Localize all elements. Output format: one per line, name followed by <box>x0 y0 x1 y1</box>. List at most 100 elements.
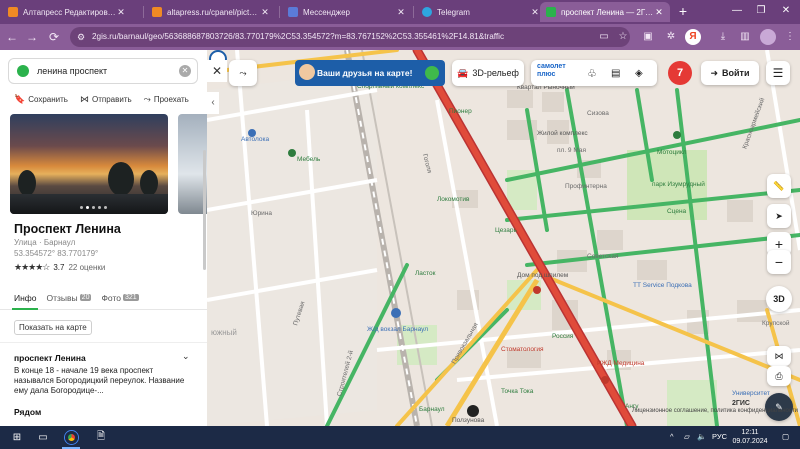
panel-scrollbar[interactable] <box>203 150 206 270</box>
zoom-out-button[interactable]: − <box>767 250 791 274</box>
route-button[interactable]: ⤳ <box>229 60 257 86</box>
login-button[interactable]: ➜ Войти <box>701 61 759 85</box>
3d-mode-button[interactable]: 3D <box>766 286 792 312</box>
close-tab-icon[interactable]: ✕ <box>396 7 406 18</box>
map-label[interactable]: Автолока <box>241 136 269 143</box>
active-tab-indicator <box>12 308 38 310</box>
reload-icon[interactable]: ⟳ <box>46 29 62 45</box>
search-input[interactable]: ленина проспект ✕ <box>8 58 198 84</box>
document-app-icon[interactable]: 🗎 <box>92 429 110 446</box>
ruler-button[interactable]: 📏 <box>767 174 791 198</box>
place-coordinates[interactable]: 53.354572° 83.770179° <box>14 249 98 258</box>
close-tab-icon[interactable]: ✕ <box>116 7 126 18</box>
license-link[interactable]: Лицензионное соглашение, политика конфид… <box>632 408 798 414</box>
map-label[interactable]: Ползунова <box>452 417 484 424</box>
tab-telegram[interactable]: Telegram ✕ <box>416 2 546 22</box>
map-label[interactable]: Жилой комплекс <box>537 130 588 137</box>
promo-friends-banner[interactable]: Ваши друзья на карте! <box>295 60 445 86</box>
map-canvas[interactable]: Спортивный комплекс Пионер Квартал Рыноч… <box>207 50 800 426</box>
send-button[interactable]: ⋈ Отправить <box>80 94 132 105</box>
layers-icon[interactable]: ◈ <box>635 68 643 79</box>
route-to-button[interactable]: ⤳ Проехать <box>144 94 189 105</box>
tray-chevron-icon[interactable]: ^ <box>670 432 674 441</box>
tab-altapress-cpanel[interactable]: altapress.ru/cpanel/picture... ✕ <box>146 2 276 22</box>
tab-2gis-active[interactable]: проспект Ленина — 2ГИС ✕ <box>540 2 670 22</box>
place-photo[interactable] <box>10 114 168 214</box>
browser-taskbar-icon[interactable] <box>62 429 80 446</box>
map-label[interactable]: ТТ Service Подкова <box>633 282 692 289</box>
extensions-puzzle-icon[interactable]: ✲ <box>663 29 679 45</box>
network-icon[interactable]: ▱ <box>684 432 690 441</box>
rating-count: 22 оценки <box>68 263 106 272</box>
bookmark-star-icon[interactable]: ☆ <box>615 29 631 45</box>
map-label[interactable]: Пионер <box>449 108 472 115</box>
street-label: Юрина <box>251 210 273 217</box>
map-label[interactable]: Цезарь <box>495 227 517 234</box>
notifications-icon[interactable]: ▢ <box>782 432 789 441</box>
print-button[interactable]: ⎙ <box>767 366 791 386</box>
map-label[interactable]: Россия <box>552 333 573 340</box>
tab-info[interactable]: Инфо <box>14 293 37 303</box>
notification-badge[interactable]: 7 <box>668 61 692 85</box>
clear-search-icon[interactable]: ✕ <box>179 65 191 77</box>
map-label[interactable]: РЖД Медицина <box>597 360 644 367</box>
task-view-icon[interactable]: ▭ <box>34 429 52 446</box>
map-label[interactable]: Стоматология <box>501 346 544 353</box>
map-label[interactable]: Ласток <box>415 270 436 277</box>
share-button[interactable]: ⋈ <box>767 346 791 366</box>
show-on-map-button[interactable]: Показать на карте <box>14 320 92 335</box>
maximize-icon[interactable]: ❐ <box>750 2 772 20</box>
close-tab-icon[interactable]: ✕ <box>530 7 540 18</box>
save-label: Сохранить <box>28 95 68 104</box>
map-label[interactable]: Мебель <box>297 156 320 163</box>
keyboard-language[interactable]: РУС <box>712 432 727 441</box>
map-label[interactable]: Дом под шпилем <box>517 272 568 279</box>
map-label[interactable]: Точка Тока <box>501 388 533 395</box>
tab-messenger[interactable]: Мессенджер ✕ <box>282 2 412 22</box>
browser-menu-icon[interactable]: ⋮ <box>782 29 798 45</box>
close-panel-icon[interactable]: ✕ <box>207 60 227 82</box>
yandex-extension-icon[interactable]: Я <box>685 29 701 45</box>
menu-button[interactable]: ☰ <box>766 61 790 85</box>
forward-arrow-icon[interactable]: → <box>24 29 40 45</box>
tab-reviews[interactable]: Отзывы 20 <box>47 293 92 303</box>
windows-start-icon[interactable]: ⊞ <box>8 429 26 446</box>
download-icon[interactable]: ⤓ <box>715 29 731 45</box>
install-app-icon[interactable]: ▭ <box>596 29 612 45</box>
profile-avatar[interactable] <box>760 29 776 45</box>
close-tab-icon[interactable]: ✕ <box>654 7 664 18</box>
map-label[interactable]: Барнаул <box>419 406 445 413</box>
extension-icon[interactable]: ▣ <box>640 29 656 45</box>
chevron-down-icon[interactable]: ⌄ <box>182 351 190 362</box>
minimize-icon[interactable]: — <box>726 2 748 20</box>
chat-button[interactable]: ✎ <box>765 393 793 421</box>
map-label[interactable]: Мотоцикл <box>657 149 687 156</box>
photo-carousel-dots[interactable] <box>80 206 107 209</box>
site-settings-icon[interactable]: ⚙ <box>77 27 85 47</box>
samolet-logo[interactable]: самолет плюс <box>537 63 579 83</box>
system-clock[interactable]: 12:11 09.07.2024 <box>730 428 770 446</box>
tab-altapress-edit[interactable]: Алтапресс Редактирование ✕ <box>2 2 132 22</box>
save-button[interactable]: 🔖 Сохранить <box>14 94 68 105</box>
close-window-icon[interactable]: ✕ <box>775 2 797 20</box>
place-rating[interactable]: ★★★★☆ 3.7 22 оценки <box>14 262 105 273</box>
map-label[interactable]: Сцена <box>667 208 686 215</box>
sidebar-icon[interactable]: ▥ <box>737 29 753 45</box>
tab-photos[interactable]: Фото 321 <box>101 293 139 303</box>
address-bar[interactable]: ⚙ 2gis.ru/barnaul/geo/563688687803726/83… <box>70 27 630 47</box>
volume-icon[interactable]: 🔈 <box>697 432 706 441</box>
close-tab-icon[interactable]: ✕ <box>260 7 270 18</box>
relief-3d-button[interactable]: 🚘 3D-рельеф <box>452 60 524 86</box>
tree-icon[interactable]: ♧ <box>587 67 597 80</box>
back-arrow-icon[interactable]: ← <box>4 29 20 45</box>
new-tab-plus-icon[interactable]: + <box>675 3 691 19</box>
bus-icon[interactable]: ▤ <box>611 68 620 79</box>
collapse-panel-icon[interactable]: ‹ <box>207 92 219 114</box>
route-label: Проехать <box>153 95 189 104</box>
map-label[interactable]: Локомотив <box>437 196 469 203</box>
map-label[interactable]: Университет <box>732 390 770 397</box>
altapress-favicon-icon <box>152 7 162 17</box>
map-label[interactable]: Ж/д вокзал Барнаул <box>367 326 428 333</box>
map-label[interactable]: парк Изумрудный <box>652 181 705 188</box>
locate-button[interactable]: ➤ <box>767 204 791 228</box>
